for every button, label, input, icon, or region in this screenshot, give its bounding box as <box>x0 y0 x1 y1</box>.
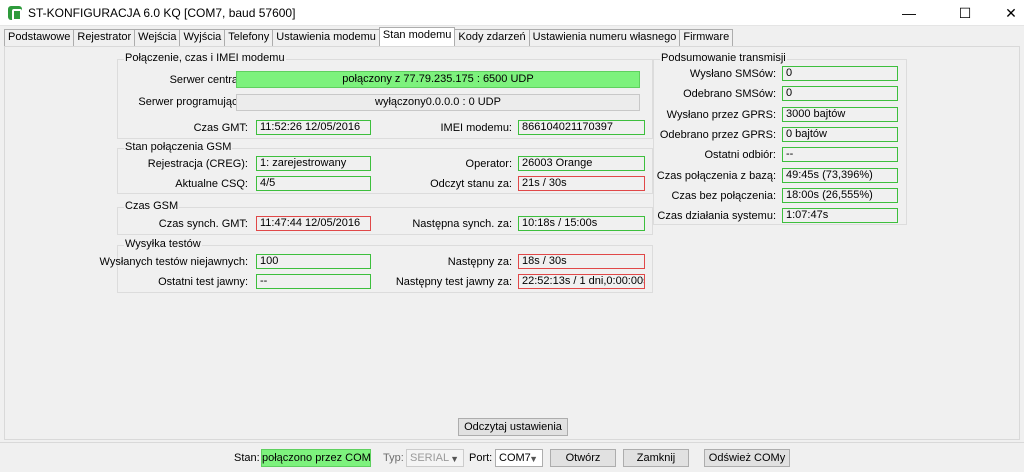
tab-firmware[interactable]: Firmware <box>679 29 734 46</box>
stan-label: Stan: <box>234 452 260 464</box>
next-sync-label: Następna synch. za: <box>412 218 512 230</box>
next-sync-field: 10:18s / 15:00s <box>518 216 645 231</box>
group-connection-title: Połączenie, czas i IMEI modemu <box>124 52 286 64</box>
next-test-label: Następny za: <box>447 256 512 268</box>
port-select[interactable]: COM7 ▼ <box>495 449 543 467</box>
typ-select-value: SERIAL <box>410 452 450 464</box>
group-tests: Wysyłka testów Wysłanych testów niejawny… <box>100 238 653 293</box>
summary-last-recv-label: Ostatni odbiór: <box>704 149 776 161</box>
group-connection: Połączenie, czas i IMEI modemu Serwer ce… <box>117 52 653 139</box>
port-select-value: COM7 <box>499 452 531 464</box>
summary-uptime-field: 1:07:47s <box>782 208 898 223</box>
group-summary-title: Podsumowanie transmisji <box>660 52 787 64</box>
chevron-down-icon: ▼ <box>450 454 459 464</box>
sync-gmt-label: Czas synch. GMT: <box>158 218 248 230</box>
next-open-test-label: Następny test jawny za: <box>395 276 512 288</box>
summary-gprs-sent-field: 3000 bajtów <box>782 107 898 122</box>
tab-ustawienia-numeru[interactable]: Ustawienia numeru własnego <box>528 29 680 46</box>
typ-select[interactable]: SERIAL ▼ <box>406 449 464 467</box>
summary-gprs-recv-field: 0 bajtów <box>782 127 898 142</box>
refresh-coms-button[interactable]: Odśwież COMy <box>704 449 790 467</box>
status-bar: Stan: połączono przez COM7 Typ: SERIAL ▼… <box>0 442 1024 472</box>
sent-tests-field: 100 <box>256 254 371 269</box>
gmt-label: Czas GMT: <box>193 122 248 134</box>
tab-wejscia[interactable]: Wejścia <box>134 29 180 46</box>
server-prog-field: wyłączony0.0.0.0 : 0 UDP <box>236 94 640 111</box>
window-title: ST-KONFIGURACJA 6.0 KQ [COM7, baud 57600… <box>28 6 296 20</box>
next-test-field: 18s / 30s <box>518 254 645 269</box>
tab-wyjscia[interactable]: Wyjścia <box>179 29 225 46</box>
tab-stan-modemu[interactable]: Stan modemu <box>378 27 456 46</box>
summary-sms-recv-label: Odebrano SMSów: <box>683 88 776 100</box>
summary-conn-time-field: 49:45s (73,396%) <box>782 168 898 183</box>
gmt-field: 11:52:26 12/05/2016 <box>256 120 371 135</box>
summary-uptime-label: Czas działania systemu: <box>657 210 776 222</box>
csq-label: Aktualne CSQ: <box>175 178 248 190</box>
group-time: Czas GSM Czas synch. GMT: 11:47:44 12/05… <box>117 200 653 235</box>
group-time-title: Czas GSM <box>124 200 180 212</box>
summary-gprs-sent-label: Wysłano przez GPRS: <box>666 109 776 121</box>
csq-field: 4/5 <box>256 176 371 191</box>
chevron-down-icon: ▼ <box>529 454 538 464</box>
minimize-button[interactable]: — <box>886 0 932 26</box>
group-tests-title: Wysyłka testów <box>124 238 202 250</box>
tab-strip: Podstawowe Rejestrator Wejścia Wyjścia T… <box>4 27 734 46</box>
read-state-field: 21s / 30s <box>518 176 645 191</box>
typ-label: Typ: <box>383 452 404 464</box>
imei-label: IMEI modemu: <box>440 122 512 134</box>
last-open-test-field: -- <box>256 274 371 289</box>
server-central-label: Serwer centrali: <box>169 74 246 86</box>
tab-kody-zdarzen[interactable]: Kody zdarzeń <box>455 29 529 46</box>
creg-field: 1: zarejestrowany <box>256 156 371 171</box>
summary-last-recv-field: -- <box>782 147 898 162</box>
sent-tests-label: Wysłanych testów niejawnych: <box>99 256 248 268</box>
server-central-field: połączony z 77.79.235.175 : 6500 UDP <box>236 71 640 88</box>
close-button[interactable]: ✕ <box>988 0 1024 26</box>
operator-label: Operator: <box>465 158 512 170</box>
summary-noconn-time-field: 18:00s (26,555%) <box>782 188 898 203</box>
tab-telefony[interactable]: Telefony <box>224 29 273 46</box>
close-port-button[interactable]: Zamknij <box>623 449 689 467</box>
summary-sms-sent-field: 0 <box>782 66 898 81</box>
title-bar: ST-KONFIGURACJA 6.0 KQ [COM7, baud 57600… <box>0 0 1024 26</box>
stan-field: połączono przez COM7 <box>261 449 371 467</box>
imei-field: 866104021170397 <box>518 120 645 135</box>
read-state-label: Odczyt stanu za: <box>430 178 512 190</box>
next-open-test-field: 22:52:13s / 1 dni,0:00:00s <box>518 274 645 289</box>
open-port-button[interactable]: Otwórz <box>550 449 616 467</box>
summary-sms-recv-field: 0 <box>782 86 898 101</box>
app-lock-icon <box>8 6 22 21</box>
server-prog-label: Serwer programujący: <box>138 96 246 108</box>
creg-label: Rejestracja (CREG): <box>147 158 248 170</box>
summary-gprs-recv-label: Odebrano przez GPRS: <box>659 129 776 141</box>
maximize-button[interactable]: ☐ <box>942 0 988 26</box>
last-open-test-label: Ostatni test jawny: <box>158 276 248 288</box>
port-label: Port: <box>469 452 493 464</box>
group-summary: Podsumowanie transmisji Wysłano SMSów: 0… <box>653 52 907 225</box>
group-gsm: Stan połączenia GSM Rejestracja (CREG): … <box>117 141 653 194</box>
read-settings-button[interactable]: Odczytaj ustawienia <box>458 418 568 436</box>
tab-panel: Połączenie, czas i IMEI modemu Serwer ce… <box>4 46 1020 440</box>
summary-noconn-time-label: Czas bez połączenia: <box>671 190 776 202</box>
operator-field: 26003 Orange <box>518 156 645 171</box>
tab-podstawowe[interactable]: Podstawowe <box>4 29 74 46</box>
summary-sms-sent-label: Wysłano SMSów: <box>689 68 776 80</box>
tab-rejestrator[interactable]: Rejestrator <box>73 29 135 46</box>
tab-ustawienia-modemu[interactable]: Ustawienia modemu <box>272 29 379 46</box>
summary-conn-time-label: Czas połączenia z bazą: <box>656 170 776 182</box>
sync-gmt-field: 11:47:44 12/05/2016 <box>256 216 371 231</box>
group-gsm-title: Stan połączenia GSM <box>124 141 233 153</box>
